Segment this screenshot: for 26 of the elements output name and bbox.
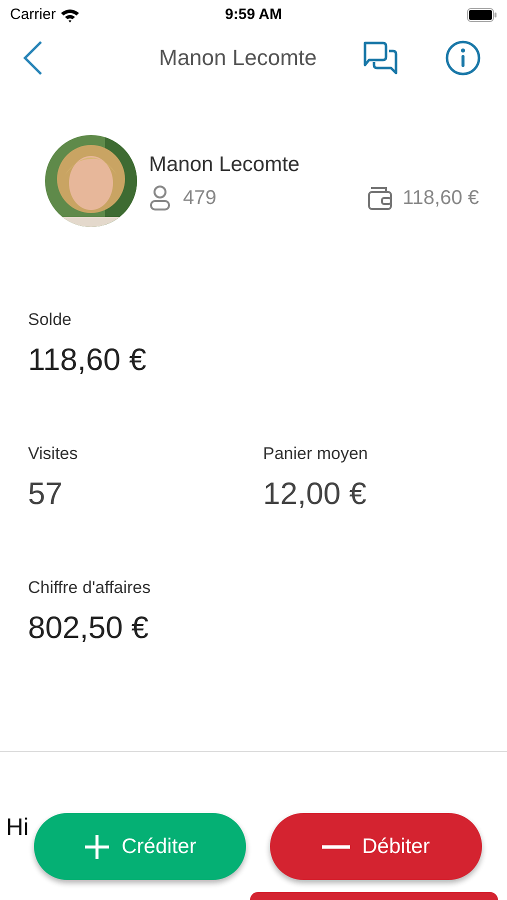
wifi-icon bbox=[60, 8, 80, 22]
battery-icon bbox=[467, 8, 497, 22]
stat-label: Visites bbox=[28, 443, 79, 465]
stat-label: Solde bbox=[28, 309, 72, 331]
stat-label: Panier moyen bbox=[263, 443, 369, 465]
minus-icon bbox=[322, 844, 350, 848]
carrier-label: Carrier bbox=[10, 4, 56, 25]
back-icon[interactable] bbox=[22, 40, 44, 76]
stat-value: 57 bbox=[28, 474, 64, 512]
history-heading: Hi bbox=[6, 813, 29, 843]
customer-name: Manon Lecomte bbox=[149, 152, 301, 178]
wallet-balance: 118,60 € bbox=[402, 186, 479, 211]
nav-title: Manon Lecomte bbox=[159, 44, 317, 72]
stat-value: 802,50 € bbox=[28, 608, 150, 646]
person-icon bbox=[149, 184, 171, 211]
visits-count: 479 bbox=[183, 186, 216, 211]
credit-button[interactable]: Créditer bbox=[34, 813, 246, 880]
stat-value: 12,00 € bbox=[263, 474, 368, 512]
info-icon[interactable] bbox=[445, 40, 481, 76]
plus-icon bbox=[84, 834, 110, 860]
stat-label: Chiffre d'affaires bbox=[28, 577, 152, 599]
stat-value: 118,60 € bbox=[28, 340, 148, 378]
wallet-icon bbox=[366, 184, 393, 211]
clock: 9:59 AM bbox=[225, 4, 282, 25]
debit-button[interactable]: Débiter bbox=[270, 813, 482, 880]
chat-icon[interactable] bbox=[361, 40, 399, 76]
